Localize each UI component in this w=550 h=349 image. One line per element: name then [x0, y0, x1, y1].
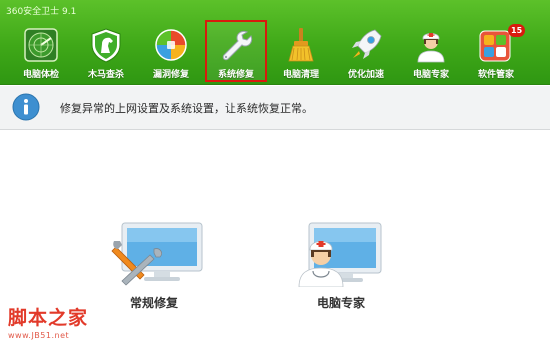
nav-label: 木马查杀: [87, 70, 124, 80]
top-toolbar: 360安全卫士 9.1 电脑体检 木马查杀 漏洞修复 系统修复 电脑清理 优化加…: [0, 0, 550, 85]
info-bar: 修复异常的上网设置及系统设置，让系统恢复正常。: [0, 86, 550, 130]
nav-item-pc-checkup[interactable]: 电脑体检: [10, 20, 72, 82]
horse-shield-icon: [91, 28, 121, 63]
radar-check-icon: [24, 28, 58, 62]
watermark-url: www.JB51.net: [8, 331, 70, 340]
regular-repair-card[interactable]: 常规修复: [110, 219, 210, 314]
watermark-title: 脚本之家: [8, 307, 89, 329]
rocket-icon: [352, 29, 382, 59]
nav-item-pc-expert[interactable]: 电脑专家: [400, 20, 462, 82]
main-nav: 电脑体检 木马查杀 漏洞修复 系统修复 电脑清理 优化加速 电脑专家 15 软件…: [10, 20, 545, 82]
nav-item-pc-cleanup[interactable]: 电脑清理: [270, 20, 332, 82]
watermark: 脚本之家 www.JB51.net: [8, 303, 88, 340]
patch-ball-icon: [155, 29, 187, 61]
tools-monitor-icon: [111, 222, 203, 286]
info-description: 修复异常的上网设置及系统设置，让系统恢复正常。: [60, 102, 313, 115]
card-label: 电脑专家: [317, 296, 366, 310]
nav-label: 电脑专家: [412, 70, 449, 80]
nav-item-software-manager[interactable]: 15 软件管家: [465, 20, 527, 82]
doctor-monitor-icon: [298, 222, 382, 287]
broom-icon: [288, 28, 314, 62]
nav-label: 优化加速: [347, 70, 384, 80]
info-icon: [12, 93, 40, 121]
nav-label: 电脑清理: [282, 70, 319, 80]
pc-expert-card[interactable]: 电脑专家: [295, 219, 395, 314]
nav-label: 电脑体检: [22, 70, 59, 80]
nav-label: 系统修复: [217, 70, 254, 80]
nav-item-speedup[interactable]: 优化加速: [335, 20, 397, 82]
nav-item-trojan-scan[interactable]: 木马查杀: [75, 20, 137, 82]
doctor-icon: [417, 33, 445, 63]
notification-badge: 15: [508, 24, 526, 37]
card-label: 常规修复: [130, 296, 179, 310]
nav-item-system-repair[interactable]: 系统修复: [205, 20, 267, 82]
nav-item-vuln-patch[interactable]: 漏洞修复: [140, 20, 202, 82]
app-title: 360安全卫士 9.1: [6, 7, 77, 17]
wrench-icon: [222, 30, 253, 61]
nav-label: 软件管家: [477, 70, 514, 80]
nav-label: 漏洞修复: [152, 70, 189, 80]
